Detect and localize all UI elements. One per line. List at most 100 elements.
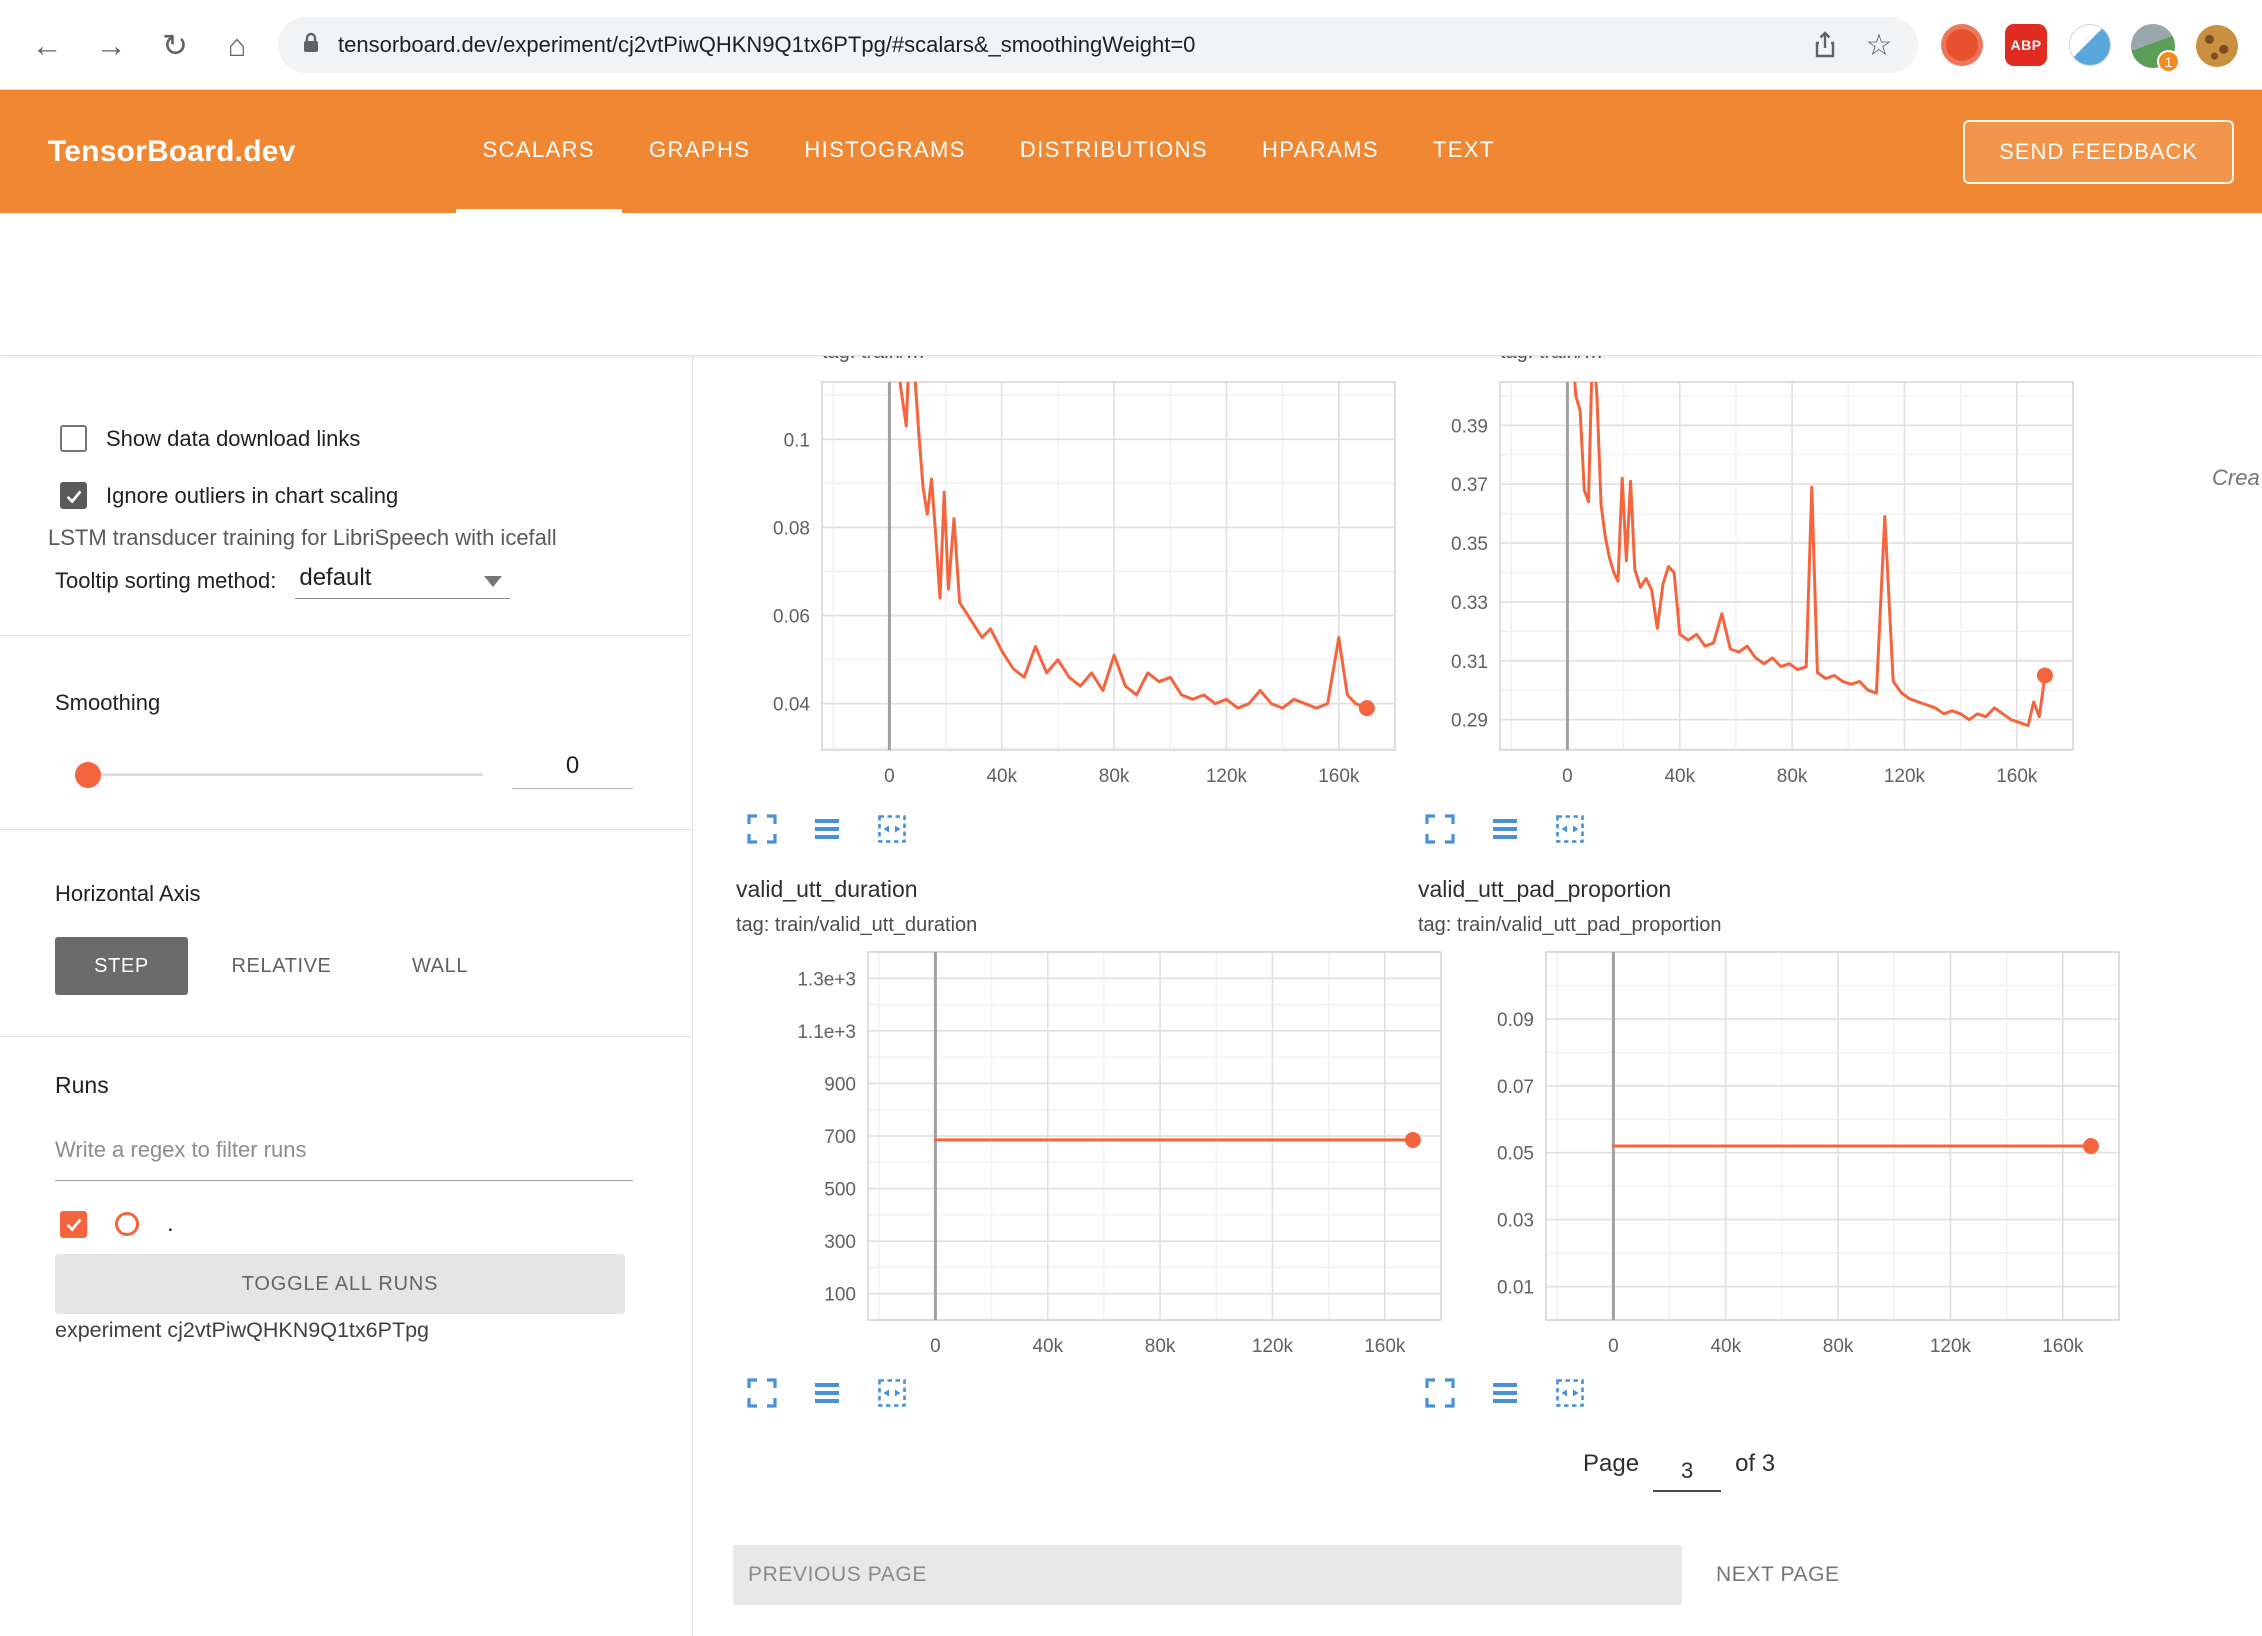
home-icon[interactable]: ⌂ [214,23,260,69]
tab-text[interactable]: TEXT [1406,90,1522,213]
svg-text:500: 500 [824,1180,856,1201]
chart-toolbar [745,812,909,846]
svg-text:0.03: 0.03 [1497,1211,1534,1232]
svg-text:40k: 40k [1032,1336,1063,1355]
page-number-input[interactable]: 3 [1653,1458,1721,1492]
tab-graphs[interactable]: GRAPHS [622,90,777,213]
url-text[interactable]: tensorboard.dev/experiment/cj2vtPiwQHKN9… [338,32,1790,58]
clipped-chart-tag: tag: train/… [822,356,1395,368]
svg-text:120k: 120k [1884,766,1926,785]
abp-extension-icon[interactable]: ABP [2005,24,2047,66]
scalar-chart[interactable]: 040k80k120k160k0.290.310.330.350.370.39 [1385,370,2085,785]
tab-distributions[interactable]: DISTRIBUTIONS [993,90,1235,213]
runs-selector-icon[interactable] [1488,812,1522,846]
chart-toolbar [1423,812,1587,846]
cookie-icon[interactable] [2196,25,2238,67]
fit-domain-icon[interactable] [1553,812,1587,846]
ignore-outliers-label: Ignore outliers in chart scaling [106,483,398,509]
tooltip-sorting-dropdown[interactable]: default [295,562,510,599]
expand-chart-icon[interactable] [1423,812,1457,846]
runs-selector-icon[interactable] [810,1376,844,1410]
runs-section-label: Runs [55,1072,109,1099]
show-download-links-checkbox[interactable] [60,425,87,452]
axis-wall-button[interactable]: WALL [390,937,490,995]
svg-text:0: 0 [930,1336,941,1355]
back-icon[interactable]: ← [24,23,70,69]
fit-domain-icon[interactable] [875,812,909,846]
app-header: TensorBoard.dev SCALARS GRAPHS HISTOGRAM… [0,90,2262,213]
svg-text:120k: 120k [1252,1336,1294,1355]
send-feedback-button[interactable]: SEND FEEDBACK [1963,120,2234,184]
profile-avatar[interactable]: 1 [2131,24,2175,68]
smoothing-label: Smoothing [55,690,160,716]
svg-text:40k: 40k [1710,1336,1741,1355]
tab-hparams[interactable]: HPARAMS [1235,90,1406,213]
divider [0,829,693,830]
axis-relative-button[interactable]: RELATIVE [214,937,349,995]
svg-text:80k: 80k [1823,1336,1854,1355]
run-checkbox[interactable] [60,1211,87,1238]
scalar-chart[interactable]: 040k80k120k160k1003005007009001.1e+31.3e… [753,940,1453,1355]
axis-step-button[interactable]: STEP [55,937,188,995]
svg-text:1.3e+3: 1.3e+3 [797,969,856,990]
chart-tag: tag: train/valid_utt_pad_proportion [1418,914,1722,937]
svg-text:0.39: 0.39 [1451,416,1488,437]
horizontal-axis-label: Horizontal Axis [55,881,201,907]
bookmark-star-icon[interactable]: ☆ [1860,26,1898,64]
expand-chart-icon[interactable] [745,812,779,846]
tooltip-sorting-row: Tooltip sorting method: default [55,562,510,599]
smoothing-value-input[interactable]: 0 [512,752,633,789]
adblocker-extension-icon[interactable] [1941,24,1983,66]
next-page-button[interactable]: NEXT PAGE [1716,1545,1840,1605]
svg-text:1.1e+3: 1.1e+3 [797,1022,856,1043]
runs-selector-icon[interactable] [1488,1376,1522,1410]
expand-chart-icon[interactable] [1423,1376,1457,1410]
smoothing-slider-track[interactable] [88,773,483,776]
svg-text:80k: 80k [1145,1336,1176,1355]
runs-filter-input[interactable]: Write a regex to filter runs [55,1137,306,1163]
show-download-links-label: Show data download links [106,426,360,452]
fit-domain-icon[interactable] [1553,1376,1587,1410]
ignore-outliers-checkbox[interactable] [60,482,87,509]
chart-toolbar [1423,1376,1587,1410]
run-color-swatch [115,1212,139,1236]
share-icon[interactable] [1806,26,1844,64]
divider [0,1036,693,1037]
run-row: . [60,1210,174,1238]
expand-chart-icon[interactable] [745,1376,779,1410]
smoothing-slider-thumb[interactable] [75,762,101,788]
svg-text:160k: 160k [1318,766,1360,785]
url-bar[interactable]: tensorboard.dev/experiment/cj2vtPiwQHKN9… [278,17,1918,73]
toggle-all-runs-button[interactable]: TOGGLE ALL RUNS [55,1254,625,1314]
svg-text:0.05: 0.05 [1497,1144,1534,1165]
svg-text:0.1: 0.1 [784,430,810,451]
svg-text:0.29: 0.29 [1451,711,1488,732]
page-total-label: of 3 [1735,1450,1775,1478]
tab-scalars[interactable]: SCALARS [456,90,623,213]
notification-badge: 1 [2157,50,2180,73]
svg-text:100: 100 [824,1285,856,1306]
page-label: Page [1583,1450,1639,1478]
blue-extension-icon[interactable] [2069,24,2111,66]
scalar-chart[interactable]: 040k80k120k160k0.040.060.080.1 [707,370,1407,785]
svg-text:40k: 40k [986,766,1017,785]
scalar-chart[interactable]: 040k80k120k160k0.010.030.050.070.09 [1431,940,2131,1355]
ignore-outliers-row: Ignore outliers in chart scaling [60,482,398,509]
svg-text:0.04: 0.04 [773,695,810,716]
runs-selector-icon[interactable] [810,812,844,846]
svg-text:0.01: 0.01 [1497,1278,1534,1299]
svg-text:0: 0 [1608,1336,1619,1355]
previous-page-button[interactable]: PREVIOUS PAGE [733,1545,1682,1605]
svg-text:0.31: 0.31 [1451,652,1488,673]
chart-title: valid_utt_duration [736,876,918,903]
forward-icon[interactable]: → [88,23,134,69]
tab-histograms[interactable]: HISTOGRAMS [777,90,993,213]
reload-icon[interactable]: ↻ [152,23,198,69]
chart-toolbar [745,1376,909,1410]
main-nav: SCALARS GRAPHS HISTOGRAMS DISTRIBUTIONS … [456,90,1522,213]
svg-text:700: 700 [824,1127,856,1148]
subheader: Crea LSTM transducer training for LibriS… [0,213,2262,356]
fit-domain-icon[interactable] [875,1376,909,1410]
svg-text:0.08: 0.08 [773,518,810,539]
brand-logo[interactable]: TensorBoard.dev [48,135,296,169]
